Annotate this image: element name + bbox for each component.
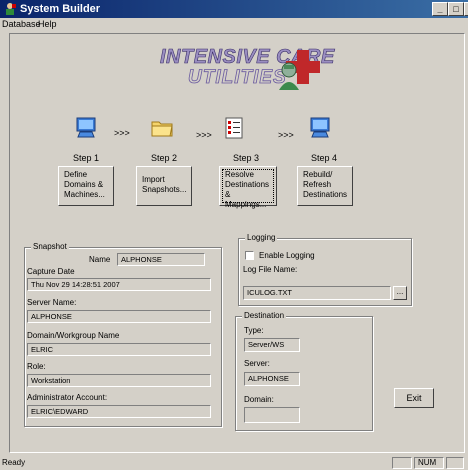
type-label: Type: [244, 326, 264, 335]
import-snapshots-button[interactable]: Import Snapshots... [136, 166, 192, 206]
status-panel-empty [392, 457, 412, 469]
destination-server-field[interactable]: ALPHONSE [244, 372, 300, 386]
folder-icon [151, 121, 173, 137]
app-icon [6, 3, 16, 15]
server-name-label: Server Name: [27, 298, 77, 307]
admin-account-field[interactable]: ELRIC\EDWARD [27, 405, 211, 418]
destination-type-field[interactable]: Server/WS [244, 338, 300, 352]
logging-group: Logging Enable Logging Log File Name: IC… [238, 233, 412, 306]
step-4-label: Step 4 [310, 153, 338, 163]
enable-logging-label: Enable Logging [259, 251, 315, 260]
role-label: Role: [27, 362, 46, 371]
domain-workgroup-field[interactable]: ELRIC [27, 343, 211, 356]
maximize-button[interactable]: □ [448, 2, 464, 16]
logging-legend: Logging [245, 233, 278, 242]
destination-server-label: Server: [244, 359, 270, 368]
destination-domain-label: Domain: [244, 395, 274, 404]
logo-subtitle: UTILITIES [188, 67, 287, 89]
server-name-field[interactable]: ALPHONSE [27, 310, 211, 323]
step-separator: >>> [196, 130, 212, 140]
destination-group: Destination Type: Server/WS Server: ALPH… [235, 311, 373, 431]
step-3-label: Step 3 [232, 153, 260, 163]
step-separator: >>> [278, 130, 294, 140]
minimize-button[interactable]: _ [432, 2, 448, 16]
rebuild-refresh-button[interactable]: Rebuild/ Refresh Destinations [297, 166, 353, 206]
snapshot-group: Snapshot Name ALPHONSE Capture Date Thu … [24, 242, 222, 427]
admin-account-label: Administrator Account: [27, 393, 108, 402]
computer-icon [310, 117, 330, 138]
checklist-icon [225, 117, 243, 139]
capture-date-field[interactable]: Thu Nov 29 14:28:51 2007 [27, 278, 211, 291]
log-file-label: Log File Name: [243, 265, 298, 274]
define-domains-button[interactable]: Define Domains & Machines... [58, 166, 114, 206]
domain-workgroup-label: Domain/Workgroup Name [27, 331, 120, 340]
step-1-label: Step 1 [72, 153, 100, 163]
enable-logging-checkbox[interactable] [245, 251, 254, 260]
medical-cross-logo-icon [279, 50, 320, 90]
resolve-destinations-button[interactable]: Resolve Destinations & Mappings... [219, 166, 277, 209]
menu-database[interactable]: Database [2, 19, 41, 29]
menu-bar: Database Help [0, 18, 468, 32]
step-2-label: Step 2 [150, 153, 178, 163]
snapshot-name-field[interactable]: ALPHONSE [117, 253, 205, 266]
close-button[interactable]: x [464, 2, 468, 16]
title-bar: System Builder _ □ x [0, 0, 468, 18]
exit-button[interactable]: Exit [394, 388, 434, 408]
status-bar: Ready NUM [0, 456, 468, 470]
status-panel-empty [446, 457, 464, 469]
name-label: Name [89, 255, 111, 264]
destination-legend: Destination [242, 311, 287, 320]
menu-help[interactable]: Help [38, 19, 57, 29]
log-file-field[interactable]: ICULOG.TXT [243, 286, 391, 300]
window-title: System Builder [20, 3, 101, 15]
role-field[interactable]: Workstation [27, 374, 211, 387]
destination-domain-field[interactable] [244, 407, 300, 423]
computer-icon [76, 117, 96, 138]
browse-button[interactable]: ... [393, 286, 407, 300]
status-text: Ready [2, 458, 26, 467]
step-separator: >>> [114, 128, 130, 138]
capture-date-label: Capture Date [27, 267, 75, 276]
num-lock-indicator: NUM [414, 457, 444, 469]
snapshot-legend: Snapshot [31, 242, 69, 251]
main-panel: INTENSIVE CARE UTILITIES >>> >>> >>> Ste… [9, 33, 465, 453]
